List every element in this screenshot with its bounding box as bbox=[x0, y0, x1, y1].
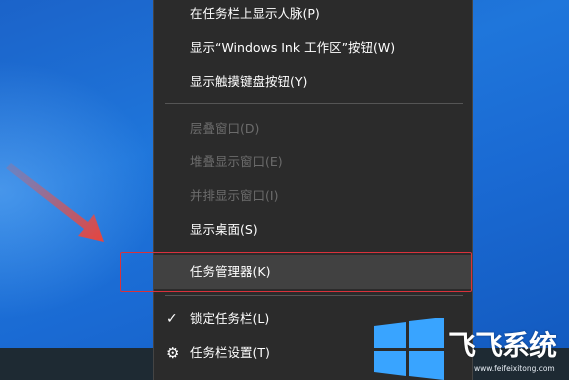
menu-item-label: 并排显示窗口(I) bbox=[190, 188, 279, 203]
menu-item-label: 显示桌面(S) bbox=[190, 222, 258, 237]
menu-item-touch-keyboard[interactable]: 显示触摸键盘按钮(Y) bbox=[154, 65, 472, 99]
watermark-url: www.feifeixitong.com bbox=[474, 364, 555, 373]
menu-item-show-desktop[interactable]: 显示桌面(S) bbox=[154, 213, 472, 247]
checkmark-icon: ✓ bbox=[166, 311, 178, 327]
menu-item-stack-windows[interactable]: 堆叠显示窗口(E) bbox=[154, 145, 472, 179]
menu-item-label: 任务栏设置(T) bbox=[190, 345, 270, 360]
menu-item-label: 层叠窗口(D) bbox=[190, 121, 260, 136]
menu-item-label: 显示“Windows Ink 工作区”按钮(W) bbox=[190, 40, 396, 55]
menu-item-cascade-windows[interactable]: 层叠窗口(D) bbox=[154, 112, 472, 146]
menu-separator bbox=[165, 103, 463, 104]
menu-item-windows-ink[interactable]: 显示“Windows Ink 工作区”按钮(W) bbox=[154, 31, 472, 65]
gear-icon: ⚙ bbox=[166, 344, 180, 362]
menu-item-show-people[interactable]: 在任务栏上显示人脉(P) bbox=[154, 0, 472, 31]
menu-separator bbox=[165, 295, 463, 296]
task-manager-highlight-box bbox=[120, 252, 472, 292]
menu-item-label: 显示触摸键盘按钮(Y) bbox=[190, 74, 308, 89]
watermark-brand: 飞飞系统 bbox=[448, 329, 557, 362]
menu-item-label: 堆叠显示窗口(E) bbox=[190, 154, 283, 169]
menu-item-label: 锁定任务栏(L) bbox=[190, 311, 270, 326]
menu-item-label: 在任务栏上显示人脉(P) bbox=[190, 6, 320, 21]
menu-item-side-by-side[interactable]: 并排显示窗口(I) bbox=[154, 179, 472, 213]
